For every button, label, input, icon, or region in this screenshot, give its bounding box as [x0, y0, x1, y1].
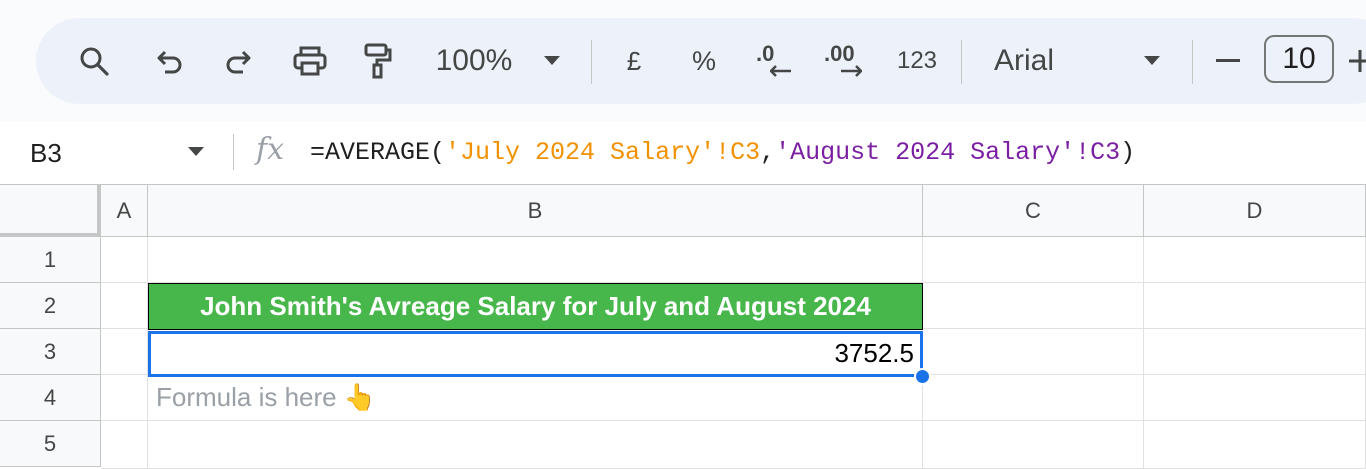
- cell-d2[interactable]: [1144, 283, 1366, 329]
- formula-ref-july: 'July 2024 Salary'!C3: [445, 138, 761, 167]
- increase-decimal-label: .00: [824, 41, 855, 66]
- toolbar: 100% £ % .0 .00 123 Arial 10: [36, 18, 1366, 104]
- formula-bar: B3 fx =AVERAGE('July 2024 Salary'!C3,'Au…: [0, 122, 1366, 184]
- paint-format-icon[interactable]: [358, 18, 398, 104]
- cell-d5[interactable]: [1144, 421, 1366, 469]
- chevron-down-icon[interactable]: [540, 18, 564, 104]
- cell-a1[interactable]: [101, 237, 148, 283]
- cell-a5[interactable]: [101, 421, 148, 469]
- more-formats-button[interactable]: 123: [894, 18, 940, 104]
- cell-a4[interactable]: [101, 375, 148, 421]
- minus-icon: [1216, 59, 1240, 62]
- cell-b2[interactable]: John Smith's Avreage Salary for July and…: [148, 283, 923, 330]
- toolbar-divider: [961, 40, 962, 84]
- cell-c2[interactable]: [923, 283, 1144, 329]
- row-header-2[interactable]: 2: [0, 283, 101, 329]
- cell-d1[interactable]: [1144, 237, 1366, 283]
- decrease-decimal-label: .0: [756, 41, 775, 66]
- cell-c1[interactable]: [923, 237, 1144, 283]
- row-header-5[interactable]: 5: [0, 421, 101, 467]
- cell-c4[interactable]: [923, 375, 1144, 421]
- cell-a3[interactable]: [101, 329, 148, 375]
- cell-a2[interactable]: [101, 283, 148, 329]
- column-header-a[interactable]: A: [101, 185, 148, 237]
- print-icon[interactable]: [288, 18, 332, 104]
- font-size-input[interactable]: 10: [1264, 35, 1334, 83]
- formula-ref-august: 'August 2024 Salary'!C3: [775, 138, 1121, 167]
- toolbar-divider: [1192, 40, 1193, 84]
- chevron-down-icon[interactable]: [1140, 18, 1164, 104]
- increase-font-size-button[interactable]: [1348, 18, 1366, 104]
- cell-b3[interactable]: 3752.5: [148, 331, 923, 377]
- plus-icon: [1349, 50, 1366, 72]
- column-header-b[interactable]: B: [148, 185, 923, 237]
- redo-icon[interactable]: [218, 18, 258, 104]
- formula-bar-divider: [233, 134, 234, 170]
- formula-comma: ,: [760, 138, 776, 167]
- font-select[interactable]: Arial: [994, 18, 1064, 104]
- increase-decimal-button[interactable]: .00: [822, 18, 870, 104]
- cell-d4[interactable]: [1144, 375, 1366, 421]
- cell-d3[interactable]: [1144, 329, 1366, 375]
- arrow-right-icon: [841, 65, 862, 77]
- formula-prefix: =AVERAGE(: [310, 138, 446, 167]
- chevron-down-icon[interactable]: [188, 147, 204, 157]
- cell-c5[interactable]: [923, 421, 1144, 469]
- select-all-corner[interactable]: [0, 185, 101, 237]
- cell-b5[interactable]: [148, 421, 923, 469]
- cell-b1[interactable]: [148, 237, 923, 283]
- formula-input[interactable]: =AVERAGE('July 2024 Salary'!C3,'August 2…: [310, 122, 1135, 184]
- row-header-3[interactable]: 3: [0, 329, 101, 375]
- decrease-font-size-button[interactable]: [1214, 18, 1242, 104]
- name-box[interactable]: B3: [30, 122, 62, 184]
- spreadsheet-grid: A B C D 1 2 3 4 5 John Smith's Avreage S…: [0, 184, 1366, 469]
- row-header-1[interactable]: 1: [0, 237, 101, 283]
- undo-icon[interactable]: [150, 18, 190, 104]
- search-icon[interactable]: [74, 18, 114, 104]
- formula-suffix: ): [1120, 138, 1136, 167]
- column-header-d[interactable]: D: [1144, 185, 1366, 237]
- cell-c3[interactable]: [923, 329, 1144, 375]
- toolbar-divider: [591, 40, 592, 84]
- percent-format-button[interactable]: %: [688, 18, 720, 104]
- arrow-left-icon: [770, 65, 791, 77]
- decrease-decimal-button[interactable]: .0: [752, 18, 796, 104]
- fx-icon: fx: [256, 132, 285, 167]
- currency-format-button[interactable]: £: [620, 18, 648, 104]
- fill-handle[interactable]: [914, 368, 931, 385]
- cell-b4[interactable]: Formula is here 👆: [148, 375, 923, 421]
- zoom-select[interactable]: 100%: [432, 18, 516, 104]
- column-header-c[interactable]: C: [923, 185, 1144, 237]
- row-header-4[interactable]: 4: [0, 375, 101, 421]
